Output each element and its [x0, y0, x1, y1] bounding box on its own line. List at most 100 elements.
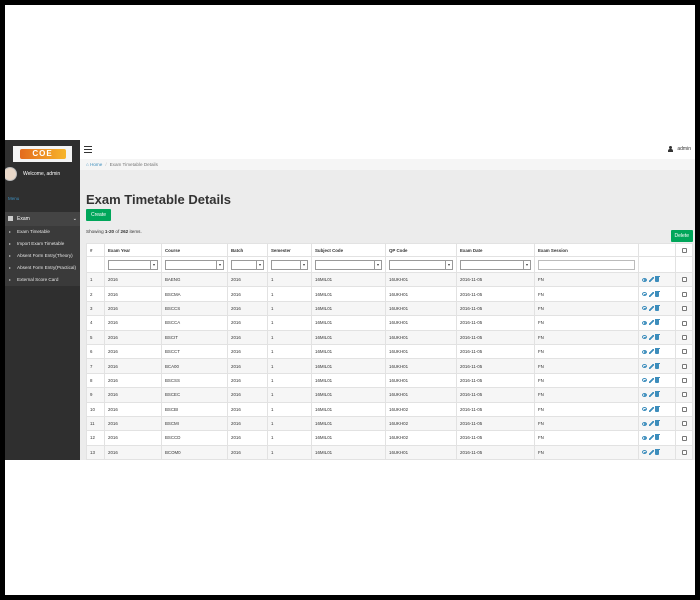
column-header-batch[interactable]: Batch	[227, 243, 268, 257]
trash-icon[interactable]	[654, 276, 660, 283]
cell-batch: 2016	[227, 372, 268, 389]
trash-icon[interactable]	[654, 290, 660, 297]
cell-semester: 1	[267, 372, 312, 389]
sidebar-item-exam-timetable[interactable]: ▸ Exam Timetable	[5, 226, 80, 238]
eye-icon[interactable]	[642, 378, 647, 383]
column-header-qp-code[interactable]: QP Code	[385, 243, 457, 257]
column-header-subject-code[interactable]: Subject Code	[311, 243, 386, 257]
eye-icon[interactable]	[642, 407, 647, 412]
column-header-exam-year[interactable]: Exam Year	[104, 243, 162, 257]
row-checkbox[interactable]	[681, 378, 687, 384]
trash-icon[interactable]	[654, 376, 660, 383]
trash-icon[interactable]	[654, 348, 660, 355]
eye-icon[interactable]	[642, 421, 647, 426]
trash-icon[interactable]	[654, 391, 660, 398]
eye-icon[interactable]	[642, 335, 647, 340]
trash-icon[interactable]	[654, 304, 660, 311]
eye-icon[interactable]	[642, 349, 647, 354]
delete-button[interactable]: Delete	[670, 230, 693, 242]
cell-row-number: 1	[86, 271, 105, 288]
pencil-icon[interactable]	[648, 363, 654, 369]
eye-icon[interactable]	[642, 364, 647, 369]
column-header-semester[interactable]: Semester	[267, 243, 312, 257]
row-checkbox[interactable]	[681, 334, 687, 340]
eye-icon[interactable]	[642, 277, 647, 282]
cell-exam-year: 2016	[104, 300, 162, 317]
filter-exam-date-select[interactable]: ▾	[460, 259, 531, 270]
filter-subject-code-select[interactable]: ▾	[315, 259, 382, 270]
pencil-icon[interactable]	[648, 305, 654, 311]
column-header-number[interactable]: #	[86, 243, 105, 257]
trash-icon[interactable]	[654, 448, 660, 455]
table-row: 9 2016 BSCEC 2016 1 16MIL01 16UKH01 2016-11-05 F…	[86, 387, 693, 403]
main-content: ⌂ Home / Exam Timetable Details Exam Timet…	[80, 159, 695, 461]
pencil-icon[interactable]	[648, 392, 654, 398]
eye-icon[interactable]	[642, 392, 647, 397]
row-checkbox[interactable]	[681, 306, 687, 312]
pencil-icon[interactable]	[648, 277, 654, 283]
pencil-icon[interactable]	[648, 449, 654, 455]
eye-icon[interactable]	[642, 450, 647, 455]
sidebar-item-absent-theory[interactable]: ▸ Absent Form Entry(Theory)	[5, 250, 80, 262]
eye-icon[interactable]	[642, 306, 647, 311]
eye-icon[interactable]	[642, 320, 647, 325]
cell-semester: 1	[267, 315, 312, 331]
row-checkbox[interactable]	[681, 291, 687, 297]
column-header-exam-session[interactable]: Exam Session	[534, 243, 639, 257]
filter-course-select[interactable]: ▾	[165, 259, 224, 270]
select-all-checkbox[interactable]	[681, 247, 687, 253]
trash-icon[interactable]	[654, 434, 660, 441]
nav-header-exam[interactable]: Exam ⌄	[5, 212, 80, 226]
filter-exam-session-input[interactable]	[538, 259, 635, 270]
pencil-icon[interactable]	[648, 435, 654, 441]
cell-course: BSCCT	[161, 343, 228, 360]
sidebar-item-absent-practical[interactable]: ▸ Absent Form Entry(Practical)	[5, 262, 80, 274]
cell-exam-session: FN	[534, 387, 639, 403]
breadcrumb-home[interactable]: ⌂ Home	[86, 162, 102, 167]
pencil-icon[interactable]	[648, 349, 654, 355]
row-checkbox[interactable]	[681, 406, 687, 412]
filter-batch-select[interactable]: ▾	[231, 259, 264, 270]
pencil-icon[interactable]	[648, 406, 654, 412]
chevron-down-icon: ▾	[523, 260, 530, 269]
column-header-course[interactable]: Course	[161, 243, 228, 257]
sidebar: COE Welcome, admin Menu Exam ⌄ ▸ Exam Tim…	[5, 140, 80, 460]
trash-icon[interactable]	[654, 319, 660, 326]
menu-label[interactable]: Menu	[5, 182, 80, 212]
cell-qp-code: 16UKH01	[385, 271, 457, 288]
column-header-exam-date[interactable]: Exam Date	[456, 243, 535, 257]
create-button[interactable]: Create	[86, 209, 112, 221]
sidebar-item-external-score-card[interactable]: ▸ External Score Card	[5, 274, 80, 286]
row-checkbox[interactable]	[681, 320, 687, 326]
cell-subject-code: 16MIL01	[311, 430, 386, 446]
filter-exam-year-select[interactable]: ▾	[108, 259, 158, 270]
hamburger-icon[interactable]	[84, 146, 92, 153]
row-checkbox[interactable]	[681, 421, 687, 427]
row-checkbox[interactable]	[681, 349, 687, 355]
row-checkbox[interactable]	[681, 450, 687, 456]
cell-qp-code: 16UKH02	[385, 415, 457, 432]
pencil-icon[interactable]	[648, 421, 654, 427]
trash-icon[interactable]	[654, 333, 660, 340]
filter-qp-code-select[interactable]: ▾	[389, 259, 453, 270]
filter-semester-select[interactable]: ▾	[271, 259, 308, 270]
row-checkbox[interactable]	[681, 363, 687, 369]
trash-icon[interactable]	[654, 362, 660, 369]
cell-course: BSCMI	[161, 415, 228, 432]
cell-batch: 2016	[227, 271, 268, 288]
sidebar-item-import-exam-timetable[interactable]: ▸ Import Exam Timetable	[5, 238, 80, 250]
eye-icon[interactable]	[642, 292, 647, 297]
eye-icon[interactable]	[642, 435, 647, 440]
pencil-icon[interactable]	[648, 377, 654, 383]
row-checkbox[interactable]	[681, 435, 687, 441]
row-checkbox[interactable]	[681, 277, 687, 283]
cell-subject-code: 16MIL01	[311, 387, 386, 403]
cell-actions	[638, 329, 676, 345]
pencil-icon[interactable]	[648, 291, 654, 297]
pencil-icon[interactable]	[648, 320, 654, 326]
pencil-icon[interactable]	[648, 334, 654, 340]
row-checkbox[interactable]	[681, 392, 687, 398]
trash-icon[interactable]	[654, 405, 660, 412]
trash-icon[interactable]	[654, 420, 660, 427]
user-menu[interactable]: admin	[668, 146, 691, 152]
